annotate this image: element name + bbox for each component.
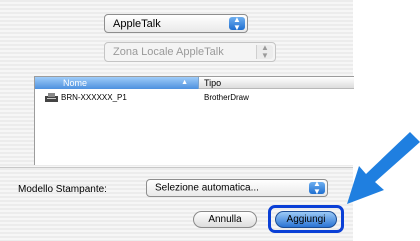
- printer-name-cell: BRN-XXXXXX_P1: [45, 91, 127, 104]
- protocol-popup[interactable]: AppleTalk ▲ ▼: [104, 14, 248, 33]
- popup-arrows-icon: ▲ ▼: [309, 180, 325, 196]
- zone-popup-value: Zona Locale AppleTalk: [113, 46, 224, 58]
- add-button-highlight: [268, 205, 344, 233]
- printer-model-value: Selezione automatica...: [155, 182, 259, 194]
- column-header-name[interactable]: Nome ▲: [35, 77, 199, 89]
- printer-list[interactable]: Nome ▲ Tipo BRN-XXXXXX_P1 BrotherDraw: [34, 76, 354, 165]
- zone-popup: Zona Locale AppleTalk ▲ ▼: [104, 42, 276, 62]
- cancel-button[interactable]: Annulla: [193, 211, 257, 228]
- callout-arrow-icon: [347, 132, 420, 204]
- sort-ascending-icon: ▲: [181, 79, 188, 86]
- protocol-popup-value: AppleTalk: [113, 17, 161, 30]
- printer-icon: [45, 93, 58, 102]
- popup-arrows-icon: ▲ ▼: [256, 44, 273, 60]
- printer-name: BRN-XXXXXX_P1: [61, 93, 127, 102]
- column-header-name-label: Nome: [63, 78, 88, 88]
- column-header-type[interactable]: Tipo: [199, 77, 354, 89]
- printer-type: BrotherDraw: [204, 93, 249, 102]
- separator: [0, 167, 353, 168]
- popup-arrows-icon: ▲ ▼: [229, 15, 245, 31]
- printer-model-popup[interactable]: Selezione automatica... ▲ ▼: [146, 179, 328, 197]
- printer-row[interactable]: BRN-XXXXXX_P1 BrotherDraw: [35, 91, 354, 104]
- column-header-type-label: Tipo: [204, 78, 222, 88]
- printer-model-label: Modello Stampante:: [18, 184, 107, 195]
